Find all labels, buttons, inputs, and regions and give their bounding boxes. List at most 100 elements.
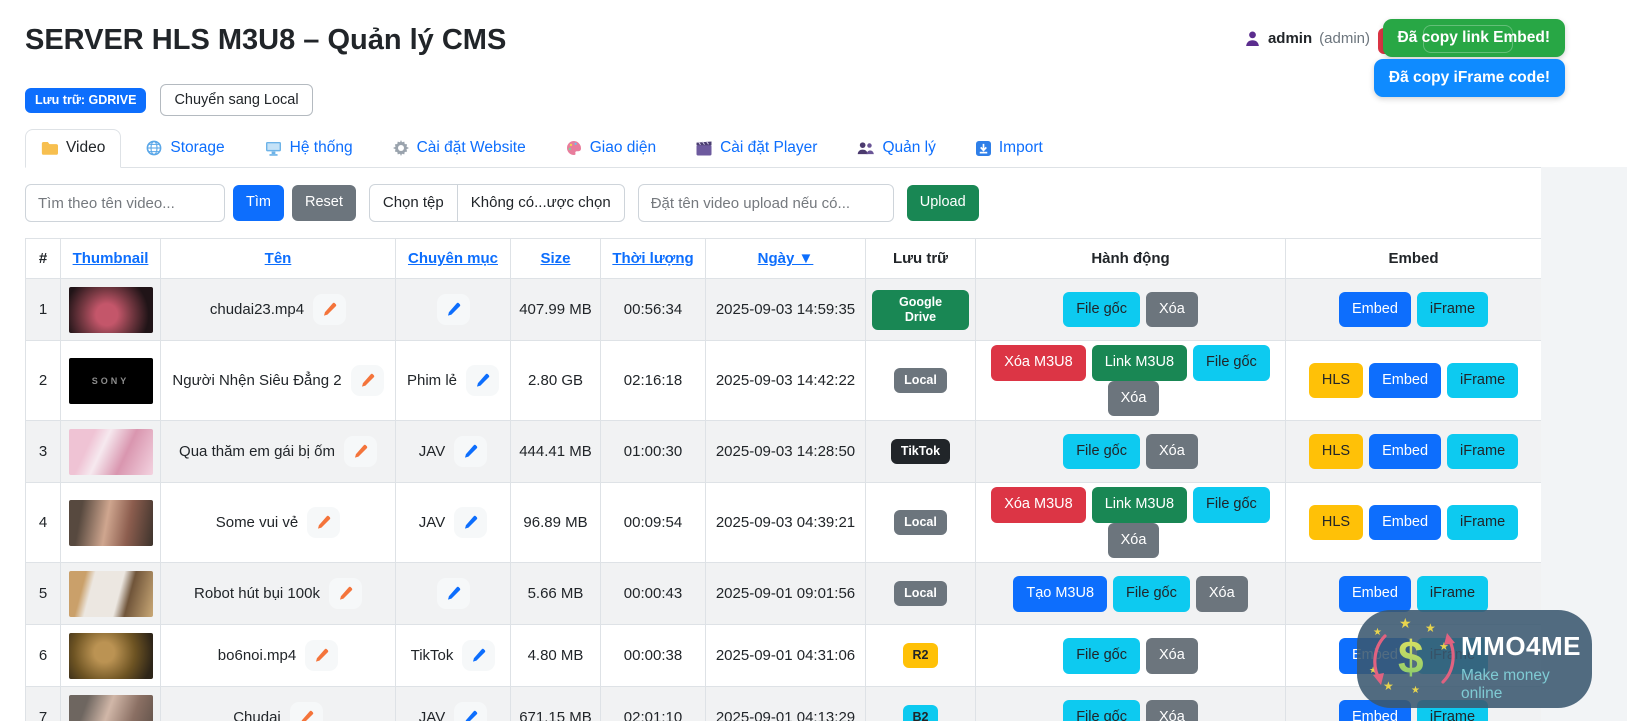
- search-input[interactable]: [25, 184, 225, 222]
- find-button[interactable]: Tìm: [233, 185, 284, 221]
- link-m3u8-action-button[interactable]: Link M3U8: [1091, 345, 1188, 381]
- col-header-ten[interactable]: Tên: [160, 238, 396, 279]
- storage-badge: Local: [894, 368, 947, 394]
- xoa-action-button[interactable]: Xóa: [1145, 433, 1198, 470]
- edit-name-button[interactable]: [328, 578, 362, 610]
- col-header-size[interactable]: Size: [510, 238, 601, 279]
- tab-cai-dat-player[interactable]: Cài đặt Player: [681, 130, 832, 167]
- row-storage-cell: Local: [865, 562, 976, 626]
- switch-local-button[interactable]: Chuyển sang Local: [160, 84, 313, 116]
- sort-link[interactable]: Chuyên mục: [408, 250, 498, 267]
- file-goc-action-button[interactable]: File gốc: [1063, 433, 1140, 470]
- tab-video[interactable]: Video: [25, 129, 122, 168]
- video-thumbnail[interactable]: SONY: [68, 357, 153, 404]
- video-category: JAV: [418, 514, 446, 532]
- video-duration: 01:00:30: [600, 420, 706, 484]
- file-input-group: Chọn tệp Không có...ược chọn: [368, 184, 625, 222]
- pen-icon: [463, 516, 478, 533]
- iframe-embed-button[interactable]: iFrame: [1447, 362, 1519, 399]
- sort-link[interactable]: Tên: [265, 250, 292, 267]
- file-goc-action-button[interactable]: File gốc: [1063, 637, 1140, 674]
- tab-import[interactable]: Import: [961, 130, 1058, 167]
- sort-link[interactable]: Thumbnail: [73, 250, 149, 267]
- edit-name-button[interactable]: [289, 702, 323, 721]
- tab-quan-ly[interactable]: Quản lý: [842, 130, 950, 167]
- tab-giao-dien[interactable]: Giao diện: [551, 130, 671, 167]
- file-goc-action-button[interactable]: File gốc: [1193, 487, 1270, 523]
- pen-icon: [446, 302, 461, 320]
- choose-file-button[interactable]: Chọn tệp: [370, 185, 458, 221]
- users-icon: [857, 141, 875, 155]
- xoa-action-button[interactable]: Xóa: [1195, 575, 1248, 612]
- video-size: 671.15 MB: [510, 686, 601, 721]
- file-goc-action-button[interactable]: File gốc: [1113, 575, 1190, 612]
- row-category-cell: Phim lẻ: [395, 339, 511, 422]
- embed-embed-button[interactable]: Embed: [1338, 291, 1411, 328]
- embed-embed-button[interactable]: Embed: [1369, 362, 1442, 399]
- file-goc-action-button[interactable]: File gốc: [1063, 291, 1140, 328]
- pencil-icon: [353, 444, 368, 462]
- iframe-embed-button[interactable]: iFrame: [1416, 291, 1489, 328]
- embed-embed-button[interactable]: Embed: [1338, 575, 1411, 612]
- video-thumbnail[interactable]: [68, 428, 153, 475]
- user-role: (admin): [1319, 30, 1370, 47]
- cms-page: SERVER HLS M3U8 – Quản lý CMS admin (adm…: [0, 0, 1627, 721]
- video-name: Some vui vẻ: [215, 514, 299, 532]
- video-thumbnail[interactable]: [68, 694, 153, 721]
- xoa-action-button[interactable]: Xóa: [1107, 380, 1160, 417]
- file-goc-action-button[interactable]: File gốc: [1193, 345, 1270, 381]
- video-thumbnail[interactable]: [68, 570, 153, 617]
- file-goc-action-button[interactable]: File gốc: [1063, 699, 1140, 721]
- video-thumbnail[interactable]: [68, 632, 153, 679]
- tab-label: Cài đặt Player: [720, 139, 818, 156]
- embed-embed-button[interactable]: Embed: [1369, 433, 1442, 470]
- sort-link[interactable]: Ngày ▼: [758, 250, 814, 267]
- edit-name-button[interactable]: [343, 436, 377, 468]
- hls-embed-button[interactable]: HLS: [1308, 362, 1364, 399]
- hls-embed-button[interactable]: HLS: [1308, 433, 1364, 470]
- edit-category-button[interactable]: [466, 365, 500, 397]
- hls-embed-button[interactable]: HLS: [1308, 504, 1364, 541]
- row-name-cell: chudai23.mp4: [160, 278, 396, 341]
- link-m3u8-action-button[interactable]: Link M3U8: [1091, 487, 1188, 523]
- embed-embed-button[interactable]: Embed: [1369, 504, 1442, 541]
- video-thumbnail[interactable]: [68, 499, 153, 546]
- edit-category-button[interactable]: [454, 702, 488, 721]
- col-header-thumbnail[interactable]: Thumbnail: [60, 238, 161, 279]
- iframe-embed-button[interactable]: iFrame: [1447, 433, 1519, 470]
- edit-category-button[interactable]: [462, 640, 496, 672]
- row-category-cell: JAV: [395, 686, 511, 721]
- edit-category-button[interactable]: [436, 578, 470, 610]
- tab-cai-dat-website[interactable]: Cài đặt Website: [378, 130, 541, 167]
- edit-category-button[interactable]: [436, 294, 470, 325]
- edit-name-button[interactable]: [307, 507, 341, 539]
- edit-category-button[interactable]: [454, 436, 488, 468]
- tab-storage[interactable]: Storage: [131, 130, 239, 167]
- reset-button[interactable]: Reset: [291, 185, 356, 221]
- video-thumbnail[interactable]: [68, 286, 153, 333]
- tao-m3u8-action-button[interactable]: Tạo M3U8: [1013, 575, 1108, 612]
- xoa-action-button[interactable]: Xóa: [1145, 637, 1198, 674]
- row-thumbnail-cell: [60, 562, 161, 626]
- upload-name-input[interactable]: [637, 184, 894, 222]
- tab-label: Hệ thống: [289, 139, 353, 156]
- xoa-m3u8-action-button[interactable]: Xóa M3U8: [991, 487, 1086, 523]
- col-header-chuyen-muc[interactable]: Chuyên mục: [395, 238, 511, 279]
- iframe-embed-button[interactable]: iFrame: [1447, 504, 1519, 541]
- tab-he-thong[interactable]: Hệ thống: [250, 130, 368, 167]
- upload-button[interactable]: Upload: [906, 185, 979, 221]
- tab-label: Quản lý: [882, 139, 936, 156]
- xoa-m3u8-action-button[interactable]: Xóa M3U8: [991, 345, 1086, 381]
- xoa-action-button[interactable]: Xóa: [1145, 699, 1198, 721]
- iframe-embed-button[interactable]: iFrame: [1416, 575, 1489, 612]
- xoa-action-button[interactable]: Xóa: [1107, 522, 1160, 559]
- col-header-thoi-luong[interactable]: Thời lượng: [600, 238, 706, 279]
- xoa-action-button[interactable]: Xóa: [1145, 291, 1198, 328]
- sort-link[interactable]: Thời lượng: [612, 250, 693, 267]
- sort-link[interactable]: Size: [540, 250, 570, 267]
- edit-name-button[interactable]: [313, 294, 347, 325]
- edit-name-button[interactable]: [350, 365, 384, 397]
- edit-category-button[interactable]: [454, 507, 488, 539]
- col-header-ngay[interactable]: Ngày ▼: [705, 238, 866, 279]
- edit-name-button[interactable]: [305, 640, 339, 672]
